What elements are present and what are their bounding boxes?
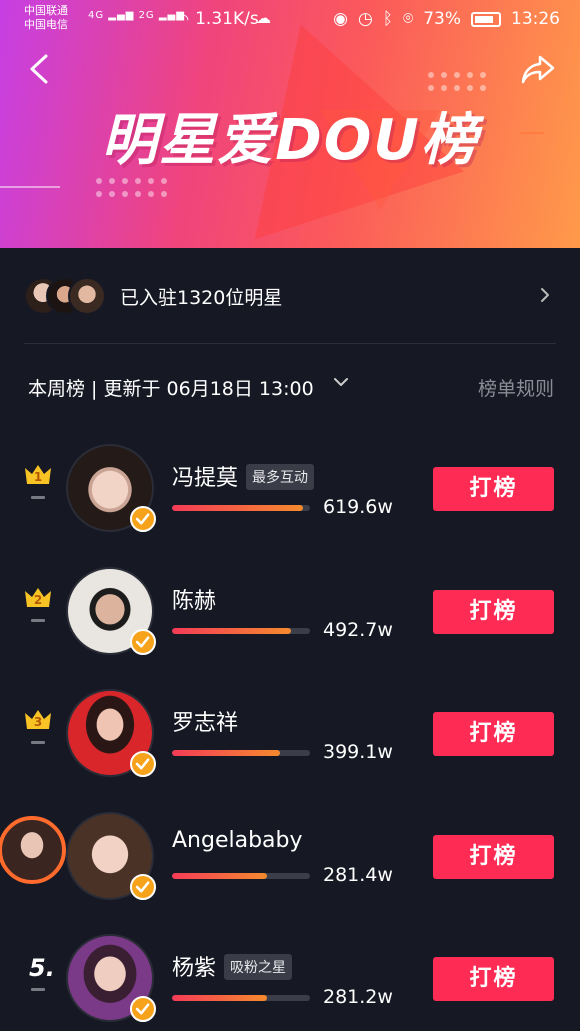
star-name-line: 罗志祥 — [172, 705, 238, 737]
rank-indicator: 1 — [20, 462, 58, 522]
star-avatar — [68, 277, 106, 315]
my-avatar — [0, 816, 66, 884]
carrier-2: 中国电信 — [24, 18, 68, 31]
star-name[interactable]: 陈赫 — [172, 589, 216, 614]
ranking-row: 5. 杨紫 吸粉之星 281.2w 打榜 — [0, 930, 580, 1030]
network-1: 4G — [88, 10, 105, 21]
verified-icon — [130, 751, 156, 777]
line-decoration — [0, 186, 60, 188]
star-name[interactable]: 罗志祥 — [172, 711, 238, 736]
week-selector[interactable]: 本周榜 | 更新于 06月18日 13:00 — [28, 374, 314, 401]
status-right: ◉ ◷ ᛒ ⌾ 73% 13:26 — [333, 9, 560, 29]
location-icon: ⌾ — [403, 9, 414, 29]
wifi-icon: ◠ — [176, 10, 190, 28]
crown-icon: 2 — [23, 585, 53, 609]
vote-progress-bar — [172, 873, 310, 879]
divider — [24, 343, 556, 344]
eye-icon: ◉ — [333, 9, 348, 29]
ranking-row: 1 冯提莫 最多互动 619.6w 打榜 — [0, 440, 580, 540]
net-speed: ◠ 1.31K/s — [176, 9, 259, 29]
vote-score: 281.2w — [323, 986, 393, 1008]
vote-progress-bar — [172, 995, 310, 1001]
dots-decoration — [428, 72, 486, 91]
stars-joined-row[interactable]: 已入驻1320位明星 — [24, 270, 556, 322]
star-name[interactable]: 冯提莫 — [172, 466, 238, 491]
bluetooth-icon: ᛒ — [382, 9, 393, 29]
vote-button[interactable]: 打榜 — [433, 835, 554, 879]
rank-number: 2 — [33, 593, 43, 607]
ranking-row: 3 罗志祥 399.1w 打榜 — [0, 685, 580, 785]
cloud-icon: ☁ — [256, 9, 271, 27]
banner-title: 明星爱DOU榜 — [101, 108, 479, 173]
progress-fill — [172, 995, 268, 1001]
rank-indicator: 3 — [20, 707, 58, 767]
verified-icon — [130, 629, 156, 655]
vote-button[interactable]: 打榜 — [433, 712, 554, 756]
back-icon[interactable] — [26, 52, 54, 86]
verified-icon — [130, 506, 156, 532]
vote-progress-bar — [172, 628, 310, 634]
vote-score: 492.7w — [323, 619, 393, 641]
rank-indicator: 2 — [20, 585, 58, 645]
dots-decoration — [96, 178, 167, 197]
rules-link[interactable]: 榜单规则 — [478, 374, 554, 401]
rank-change-icon — [31, 496, 45, 499]
star-name[interactable]: Angelababy — [172, 828, 303, 853]
stars-count-text: 已入驻1320位明星 — [120, 286, 283, 309]
rank-change-icon — [31, 988, 45, 991]
vote-button[interactable]: 打榜 — [433, 590, 554, 634]
status-bar: 中国联通 中国电信 4G ▂▄▆ 2G ▂▄▆ ◠ 1.31K/s ☁ ◉ ◷ ᛒ… — [0, 0, 580, 40]
header-banner: 中国联通 中国电信 4G ▂▄▆ 2G ▂▄▆ ◠ 1.31K/s ☁ ◉ ◷ ᛒ… — [0, 0, 580, 248]
star-tag: 吸粉之星 — [224, 954, 293, 980]
carrier-info: 中国联通 中国电信 — [24, 4, 68, 32]
star-tag: 最多互动 — [246, 464, 315, 490]
vote-progress-bar — [172, 505, 310, 511]
week-selector-row: 本周榜 | 更新于 06月18日 13:00 榜单规则 — [28, 370, 554, 406]
progress-fill — [172, 750, 280, 756]
rank-number: 1 — [33, 470, 43, 484]
vote-score: 281.4w — [323, 864, 393, 886]
vote-progress-bar — [172, 750, 310, 756]
star-name-line: 陈赫 — [172, 583, 216, 615]
progress-fill — [172, 628, 291, 634]
carrier-1: 中国联通 — [24, 4, 68, 17]
progress-fill — [172, 873, 268, 879]
star-name-line: Angelababy — [172, 828, 303, 853]
signal-icon: 4G ▂▄▆ 2G ▂▄▆ — [88, 10, 185, 21]
crown-icon: 3 — [23, 707, 53, 731]
vote-score: 619.6w — [323, 496, 393, 518]
verified-icon — [130, 996, 156, 1022]
battery-icon — [471, 11, 501, 27]
rank-change-icon — [31, 619, 45, 622]
vote-button[interactable]: 打榜 — [433, 957, 554, 1001]
clock: 13:26 — [511, 9, 560, 29]
star-name[interactable]: 杨紫 — [172, 956, 216, 981]
vote-button[interactable]: 打榜 — [433, 467, 554, 511]
share-icon[interactable] — [520, 52, 556, 86]
star-name-line: 冯提莫 最多互动 — [172, 460, 315, 492]
verified-icon — [130, 874, 156, 900]
rank-number: 3 — [33, 715, 43, 729]
chevron-down-icon[interactable] — [332, 376, 350, 390]
star-name-line: 杨紫 吸粉之星 — [172, 950, 293, 982]
crown-icon: 1 — [23, 462, 53, 486]
ranking-row: 2 陈赫 492.7w 打榜 — [0, 563, 580, 663]
rank-indicator: 5. — [20, 952, 58, 1012]
speed-text: 1.31K/s — [195, 9, 259, 29]
network-2: 2G — [138, 10, 155, 21]
progress-fill — [172, 505, 304, 511]
ranking-row: Angelababy 281.4w 打榜 — [0, 808, 580, 908]
alarm-icon: ◷ — [357, 9, 373, 29]
rank-change-icon — [31, 741, 45, 744]
chevron-right-icon — [541, 288, 549, 302]
battery-percent: 73% — [423, 9, 461, 29]
rank-number: 5. — [29, 954, 55, 982]
vote-score: 399.1w — [323, 741, 393, 763]
